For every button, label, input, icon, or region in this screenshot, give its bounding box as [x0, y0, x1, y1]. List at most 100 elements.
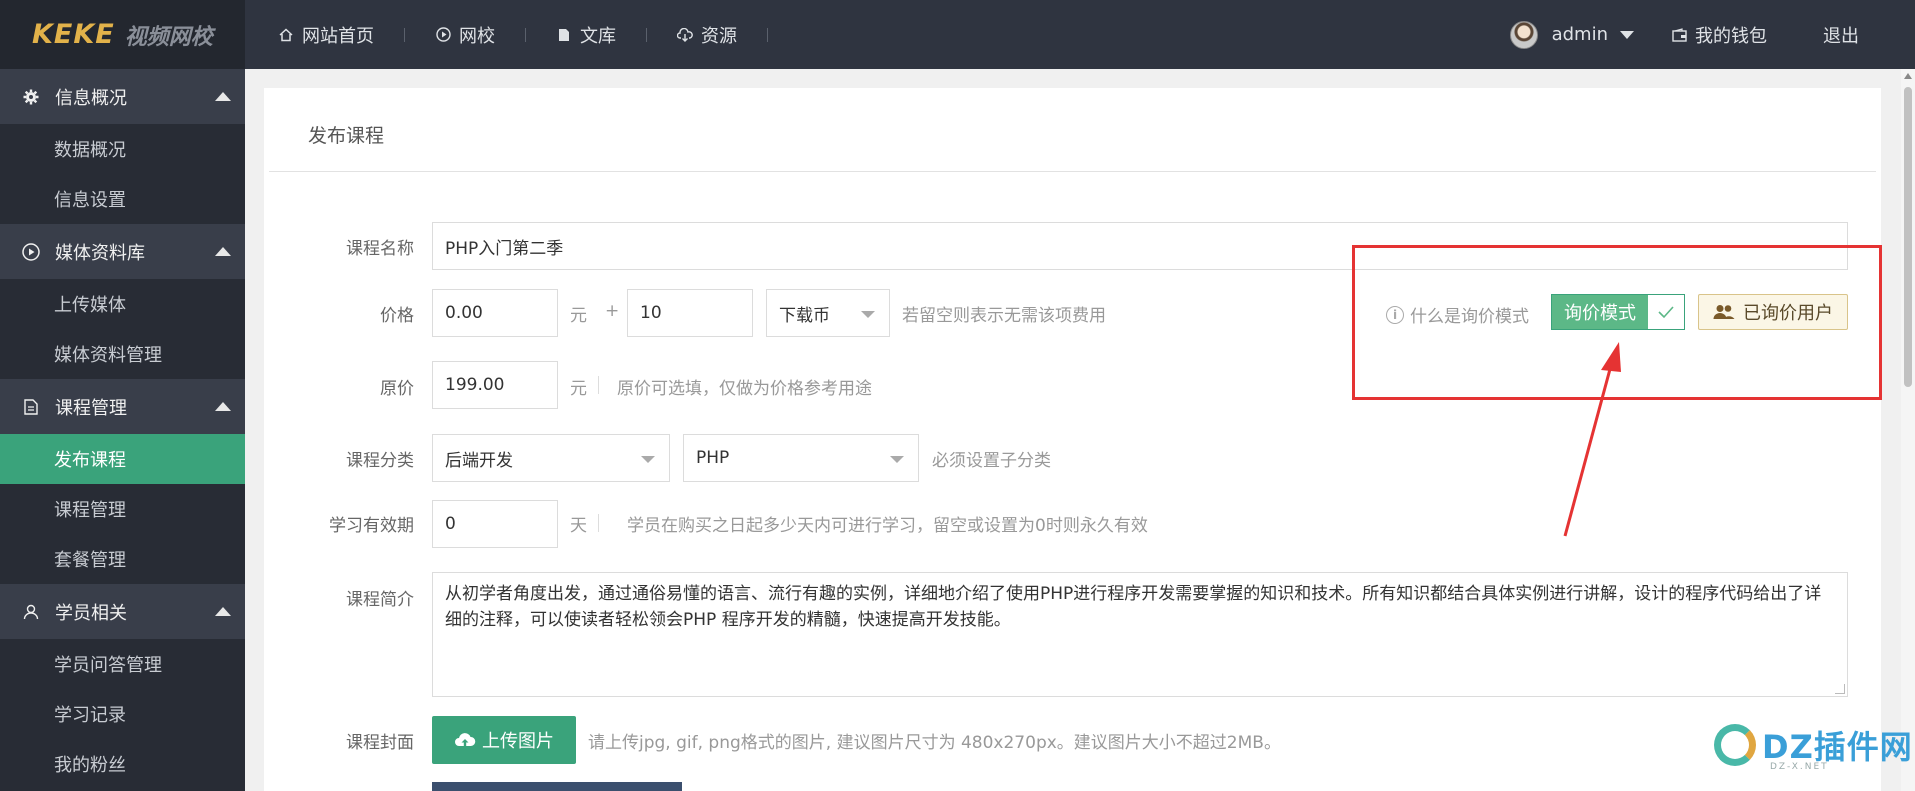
category-select[interactable]: 后端开发 — [432, 434, 670, 482]
user-icon — [22, 603, 40, 621]
divider — [598, 514, 599, 532]
cover-preview-image — [432, 782, 682, 791]
name-label: 课程名称 — [346, 239, 414, 259]
logo-text: 视频网校 — [124, 24, 213, 50]
sidebar-item-student-qa[interactable]: 学员问答管理 — [0, 639, 245, 689]
user-menu[interactable]: admin — [1509, 20, 1634, 49]
sidebar-item-media-manage[interactable]: 媒体资料管理 — [0, 329, 245, 379]
sidebar-group-label: 信息概况 — [55, 87, 127, 109]
cover-hint: 请上传jpg, gif, png格式的图片, 建议图片尺寸为 480x270px… — [588, 733, 1281, 753]
intro-textarea[interactable]: 从初学者角度出发，通过通俗易懂的语言、流行有趣的实例，详细地介绍了使用PHP进行… — [432, 572, 1848, 697]
user-area: admin 我的钱包 退出 — [1509, 0, 1915, 69]
wallet-icon — [1672, 27, 1687, 42]
sidebar-group-label: 课程管理 — [55, 397, 127, 419]
scrollbar[interactable] — [1901, 69, 1915, 791]
validity-hint: 学员在购买之日起多少天内可进行学习，留空或设置为0时则永久有效 — [627, 516, 1148, 536]
price-hint: 若留空则表示无需该项费用 — [902, 306, 1106, 326]
upload-cloud-icon — [454, 732, 476, 748]
scroll-up-icon — [1904, 73, 1912, 79]
chevron-down-icon — [861, 311, 875, 318]
sidebar-item-course-manage[interactable]: 课程管理 — [0, 484, 245, 534]
annotation-arrow — [1563, 342, 1621, 537]
subcategory-select[interactable]: PHP — [683, 434, 919, 482]
subcategory-value: PHP — [696, 448, 730, 468]
nav-separator — [646, 27, 647, 42]
price-unit: 元 — [570, 306, 587, 326]
sidebar-group-info[interactable]: 信息概况 — [0, 69, 245, 124]
chevron-down-icon — [1620, 30, 1634, 39]
nav-school-label: 网校 — [459, 25, 495, 47]
sidebar-item-study-records[interactable]: 学习记录 — [0, 689, 245, 739]
divider — [269, 171, 1876, 172]
chevron-up-icon — [215, 607, 231, 616]
coin-amount-input[interactable]: 10 — [627, 289, 753, 337]
plus-sign: + — [605, 301, 620, 321]
intro-text: 从初学者角度出发，通过通俗易懂的语言、流行有趣的实例，详细地介绍了使用PHP进行… — [445, 584, 1822, 630]
sidebar-group-label: 媒体资料库 — [55, 242, 145, 264]
watermark-emblem — [1714, 724, 1756, 766]
play-icon — [435, 27, 451, 43]
download-cloud-icon — [677, 27, 693, 43]
cover-label: 课程封面 — [346, 733, 414, 753]
sidebar-item-my-fans[interactable]: 我的粉丝 — [0, 739, 245, 789]
nav-separator — [767, 27, 768, 42]
sidebar-item-upload-media[interactable]: 上传媒体 — [0, 279, 245, 329]
wallet-label: 我的钱包 — [1695, 25, 1767, 47]
logo-mark: KEKE — [32, 19, 115, 50]
chevron-up-icon — [215, 402, 231, 411]
play-circle-icon — [22, 242, 40, 261]
watermark-logo: DZ插件网 DZ-X.NET — [1714, 722, 1913, 772]
validity-unit: 天 — [570, 516, 587, 536]
nav-library[interactable]: 文库 — [556, 22, 616, 48]
document-icon — [556, 27, 572, 43]
category-value: 后端开发 — [445, 450, 513, 471]
upload-image-button[interactable]: 上传图片 — [432, 716, 576, 764]
nav-resources-label: 资源 — [701, 25, 737, 47]
price-input[interactable]: 0.00 — [432, 289, 558, 337]
top-nav: 网站首页 网校 文库 资源 — [278, 0, 798, 69]
original-price-input[interactable]: 199.00 — [432, 361, 558, 409]
watermark-subtext: DZ-X.NET — [1770, 762, 1829, 772]
chevron-up-icon — [215, 247, 231, 256]
sidebar-item-data-overview[interactable]: 数据概况 — [0, 124, 245, 174]
nav-home-label: 网站首页 — [302, 25, 374, 47]
nav-separator — [404, 27, 405, 42]
sidebar: 信息概况 数据概况 信息设置 媒体资料库 上传媒体 媒体资料管理 课程管理 发布… — [0, 69, 245, 791]
upload-image-label: 上传图片 — [482, 731, 554, 752]
category-hint: 必须设置子分类 — [932, 451, 1051, 471]
home-icon — [278, 27, 294, 43]
sidebar-group-students[interactable]: 学员相关 — [0, 584, 245, 639]
sidebar-item-package-manage[interactable]: 套餐管理 — [0, 534, 245, 584]
sidebar-group-course[interactable]: 课程管理 — [0, 379, 245, 434]
top-bar: KEKE 视频网校 网站首页 网校 文库 资源 admin 我的钱包 退出 — [0, 0, 1915, 69]
intro-label: 课程简介 — [346, 590, 414, 610]
original-price-hint: 原价可选填，仅做为价格参考用途 — [617, 379, 872, 399]
sidebar-item-info-settings[interactable]: 信息设置 — [0, 174, 245, 224]
chevron-down-icon — [641, 456, 655, 463]
scrollbar-thumb[interactable] — [1904, 87, 1912, 387]
resize-handle[interactable] — [1835, 684, 1845, 694]
nav-home[interactable]: 网站首页 — [278, 22, 374, 48]
nav-resources[interactable]: 资源 — [677, 22, 737, 48]
nav-school[interactable]: 网校 — [435, 22, 495, 48]
validity-input[interactable]: 0 — [432, 500, 558, 548]
chevron-up-icon — [215, 92, 231, 101]
nav-separator — [525, 27, 526, 42]
avatar — [1509, 20, 1538, 49]
logout-label: 退出 — [1823, 25, 1859, 47]
sidebar-group-label: 学员相关 — [55, 602, 127, 624]
sidebar-item-publish-course[interactable]: 发布课程 — [0, 434, 245, 484]
user-name: admin — [1551, 24, 1608, 45]
logo[interactable]: KEKE 视频网校 — [0, 0, 245, 69]
coin-type-select[interactable]: 下载币 — [766, 289, 890, 337]
category-label: 课程分类 — [346, 451, 414, 471]
document-icon — [22, 398, 40, 416]
original-price-unit: 元 — [570, 379, 587, 399]
logout-link[interactable]: 退出 — [1823, 22, 1859, 48]
wallet-link[interactable]: 我的钱包 — [1672, 22, 1767, 48]
validity-label: 学习有效期 — [329, 516, 414, 536]
divider — [598, 376, 599, 394]
gear-icon — [22, 88, 40, 106]
price-label: 价格 — [380, 306, 414, 326]
sidebar-group-media[interactable]: 媒体资料库 — [0, 224, 245, 279]
